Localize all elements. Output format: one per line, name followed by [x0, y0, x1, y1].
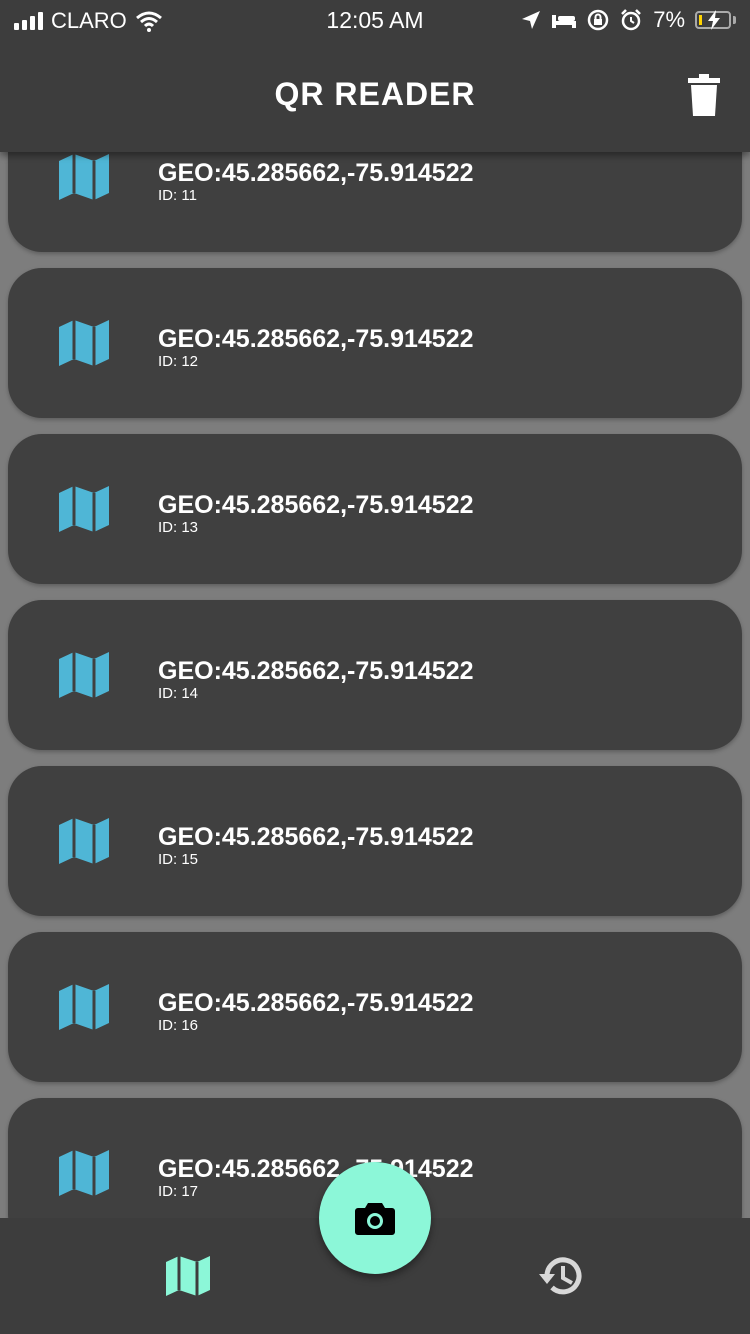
map-icon	[59, 818, 109, 864]
scan-camera-button[interactable]	[319, 1162, 431, 1274]
bed-icon	[552, 15, 577, 28]
camera-icon	[355, 1203, 395, 1235]
map-icon	[59, 652, 109, 698]
scan-id: ID: 11	[158, 187, 197, 204]
map-icon	[59, 320, 109, 366]
scan-value: GEO:45.285662,-75.914522	[158, 657, 474, 685]
alarm-icon	[621, 9, 642, 31]
battery-cap	[733, 16, 736, 24]
scan-value: GEO:45.285662,-75.914522	[158, 325, 474, 353]
map-icon	[59, 1150, 109, 1196]
map-icon	[59, 984, 109, 1030]
nav-map-icon[interactable]	[160, 1248, 216, 1304]
scan-id: ID: 16	[158, 1017, 199, 1034]
list-item[interactable]: GEO:45.285662,-75.914522 ID: 14	[8, 600, 742, 750]
scan-list[interactable]: GEO:45.285662,-75.914522 ID: 11 GEO:45.285…	[0, 0, 750, 1218]
page-title: QR READER	[274, 76, 476, 112]
history-icon[interactable]	[533, 1248, 589, 1304]
scan-value: GEO:45.285662,-75.914522	[158, 491, 474, 519]
trash-icon[interactable]	[688, 74, 720, 116]
battery-percent: 7%	[653, 7, 685, 32]
scan-value: GEO:45.285662,-75.914522	[158, 989, 474, 1017]
scan-value: GEO:45.285662,-75.914522	[158, 823, 474, 851]
list-item[interactable]: GEO:45.285662,-75.914522 ID: 16	[8, 932, 742, 1082]
scan-value: GEO:45.285662,-75.914522	[158, 159, 474, 187]
list-item[interactable]: GEO:45.285662,-75.914522 ID: 15	[8, 766, 742, 916]
rotation-lock-icon	[587, 9, 609, 31]
list-item[interactable]: GEO:45.285662,-75.914522 ID: 13	[8, 434, 742, 584]
scan-id: ID: 15	[158, 851, 199, 868]
scan-id: ID: 13	[158, 519, 199, 536]
scan-id: ID: 14	[158, 685, 199, 702]
app-bar: QR READER	[0, 40, 750, 152]
location-arrow-icon	[522, 11, 541, 29]
status-bar: CLARO 12:05 AM 7%	[0, 0, 750, 40]
map-icon	[59, 486, 109, 532]
scan-id: ID: 12	[158, 353, 199, 370]
scan-id: ID: 17	[158, 1183, 199, 1200]
scan-value: GEO:45.285662,-75.914522	[158, 1155, 474, 1183]
list-item[interactable]: GEO:45.285662,-75.914522 ID: 12	[8, 268, 742, 418]
map-icon	[59, 154, 109, 200]
battery-charging-icon	[695, 10, 731, 30]
status-right: 7%	[521, 7, 736, 33]
